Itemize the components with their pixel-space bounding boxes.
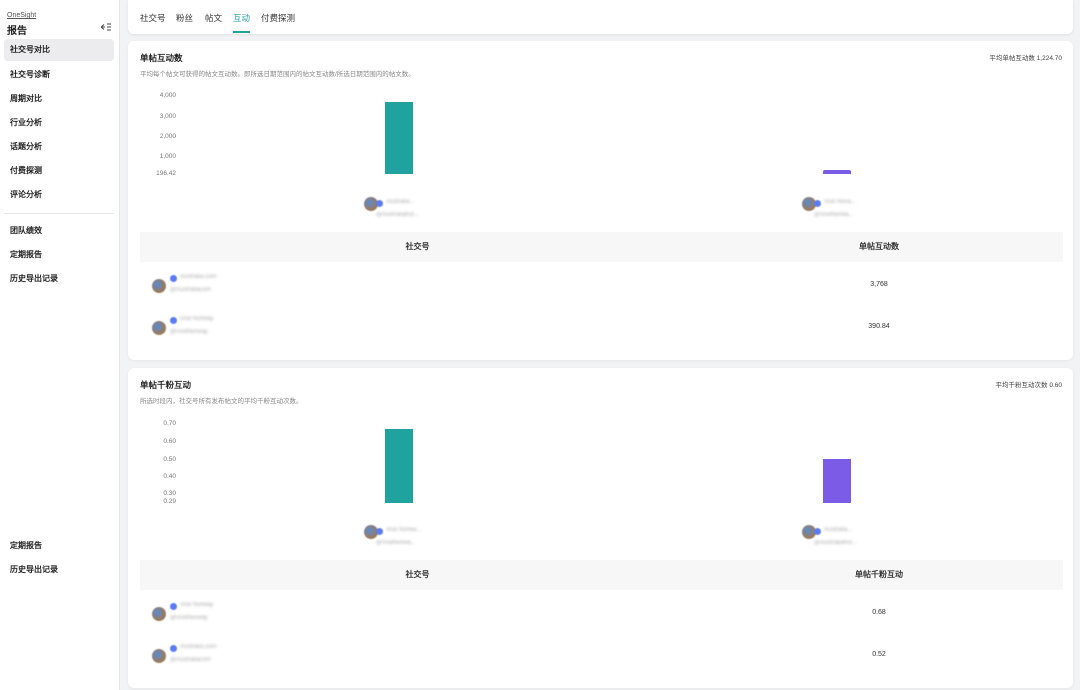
row-value: 0.52 bbox=[872, 651, 886, 658]
table-row[interactable]: Visit Norway @VisitNorway 390.84 bbox=[140, 306, 1063, 348]
y-tick: 0.50 bbox=[163, 456, 176, 463]
brand-logo[interactable]: OneSight bbox=[7, 12, 36, 19]
account-name: Australia... bbox=[386, 199, 415, 205]
sidebar-item-scheduled-reports-bottom[interactable]: 定期报告 bbox=[4, 535, 114, 557]
account-name: Australia... bbox=[824, 527, 853, 533]
collapse-sidebar-icon[interactable] bbox=[101, 23, 111, 31]
facebook-icon bbox=[376, 200, 383, 207]
table-header: 社交号 单帖千粉互动 bbox=[140, 560, 1063, 590]
row-value: 0.68 bbox=[872, 609, 886, 616]
y-tick: 0.40 bbox=[163, 473, 176, 480]
facebook-icon bbox=[814, 528, 821, 535]
sidebar-item-industry-analysis[interactable]: 行业分析 bbox=[4, 112, 114, 134]
sidebar-divider bbox=[4, 213, 114, 214]
sidebar-item-export-history-bottom[interactable]: 历史导出记录 bbox=[4, 559, 114, 581]
tab-fans[interactable]: 粉丝 bbox=[176, 12, 193, 34]
avatar bbox=[152, 321, 166, 335]
sidebar-item-export-history[interactable]: 历史导出记录 bbox=[4, 268, 114, 290]
account-handle: @VisitNorwa... bbox=[376, 540, 416, 546]
avatar bbox=[152, 649, 166, 663]
average-label: 平均千粉互动次数 0.60 bbox=[995, 382, 1062, 389]
account-name: Australia.com bbox=[180, 644, 217, 650]
account-handle: @Australiacom bbox=[170, 287, 211, 293]
tab-bar: 社交号 粉丝 帖文 互动 付费探测 bbox=[128, 0, 1073, 34]
card-engagement-per-thousand-fans: 单帖千粉互动 所选时段内，社交号所有发布帖文的平均千粉互动次数。 平均千粉互动次… bbox=[128, 368, 1073, 688]
chart-bar-series-1[interactable] bbox=[385, 429, 413, 503]
avatar bbox=[152, 279, 166, 293]
table-row[interactable]: Australia.com @Australiacom 3,768 bbox=[140, 264, 1063, 306]
row-value: 390.84 bbox=[868, 323, 890, 330]
row-value: 3,768 bbox=[870, 281, 888, 288]
sidebar-item-account-diagnosis[interactable]: 社交号诊断 bbox=[4, 64, 114, 86]
sidebar-item-paid-detection[interactable]: 付费探测 bbox=[4, 160, 114, 182]
account-handle: @VisitNorwa... bbox=[814, 212, 854, 218]
chart-account-label: Australia... @Australiahut... bbox=[364, 196, 424, 226]
facebook-icon bbox=[170, 275, 177, 282]
chart-bar-series-2[interactable] bbox=[823, 459, 851, 503]
account-handle: @Australiacom bbox=[170, 657, 211, 663]
avatar bbox=[152, 607, 166, 621]
sidebar-item-team-performance[interactable]: 团队绩效 bbox=[4, 220, 114, 242]
chart-account-label: Visit Norwa... @VisitNorwa... bbox=[364, 524, 424, 554]
sidebar-item-comment-analysis[interactable]: 评论分析 bbox=[4, 184, 114, 206]
account-name: Visit Norwa... bbox=[386, 527, 422, 533]
chart-account-label: Visit Nova... @VisitNorwa... bbox=[802, 196, 862, 226]
account-handle: @Australiahut... bbox=[376, 212, 419, 218]
column-header-account[interactable]: 社交号 bbox=[140, 560, 695, 590]
tab-accounts[interactable]: 社交号 bbox=[140, 12, 166, 34]
card-description: 所选时段内，社交号所有发布帖文的平均千粉互动次数。 bbox=[140, 398, 303, 405]
y-tick: 196.42 bbox=[156, 170, 176, 177]
facebook-icon bbox=[376, 528, 383, 535]
facebook-icon bbox=[170, 645, 177, 652]
y-tick: 0.29 bbox=[163, 498, 176, 505]
sidebar: OneSight 报告 社交号对比 社交号诊断 周期对比 行业分析 话题分析 付… bbox=[0, 0, 120, 690]
tab-engagement[interactable]: 互动 bbox=[233, 12, 251, 33]
facebook-icon bbox=[170, 603, 177, 610]
facebook-icon bbox=[170, 317, 177, 324]
facebook-icon bbox=[814, 200, 821, 207]
sidebar-item-period-compare[interactable]: 周期对比 bbox=[4, 88, 114, 110]
y-tick: 0.70 bbox=[163, 420, 176, 427]
sidebar-item-scheduled-reports[interactable]: 定期报告 bbox=[4, 244, 114, 266]
account-name: Visit Norway bbox=[180, 316, 214, 322]
account-handle: @VisitNorway bbox=[170, 615, 208, 621]
table-row[interactable]: Visit Norway @VisitNorway 0.68 bbox=[140, 592, 1063, 634]
account-handle: @VisitNorway bbox=[170, 329, 208, 335]
table-header: 社交号 单帖互动数 bbox=[140, 232, 1063, 262]
card-description: 平均每个帖文可获得的帖文互动数。即所选日期范围内的帖文互动数/所选日期范围内的帖… bbox=[140, 71, 415, 78]
sidebar-title: 报告 bbox=[7, 26, 27, 37]
column-header-value[interactable]: 单帖互动数 bbox=[695, 232, 1063, 262]
tab-posts[interactable]: 帖文 bbox=[205, 12, 222, 34]
y-tick: 2,000 bbox=[159, 133, 176, 140]
y-tick: 1,000 bbox=[159, 153, 176, 160]
chart-account-label: Australia... @Australiahut... bbox=[802, 524, 862, 554]
account-name: Australia.com bbox=[180, 274, 217, 280]
y-tick: 0.30 bbox=[163, 490, 176, 497]
column-header-account[interactable]: 社交号 bbox=[140, 232, 695, 262]
account-name: Visit Norway bbox=[180, 602, 214, 608]
card-title: 单帖千粉互动 bbox=[140, 380, 192, 390]
tab-paid-detection[interactable]: 付费探测 bbox=[261, 12, 295, 34]
account-name: Visit Nova... bbox=[824, 199, 856, 205]
card-engagement-per-post: 单帖互动数 平均每个帖文可获得的帖文互动数。即所选日期范围内的帖文互动数/所选日… bbox=[128, 41, 1073, 360]
y-tick: 4,000 bbox=[159, 92, 176, 99]
sidebar-item-account-compare[interactable]: 社交号对比 bbox=[4, 39, 114, 61]
column-header-value[interactable]: 单帖千粉互动 bbox=[695, 560, 1063, 590]
card-title: 单帖互动数 bbox=[140, 53, 183, 63]
chart-bar-series-1[interactable] bbox=[385, 102, 413, 174]
table-row[interactable]: Australia.com @Australiacom 0.52 bbox=[140, 634, 1063, 676]
chart-bar-series-2[interactable] bbox=[823, 170, 851, 174]
sidebar-item-topic-analysis[interactable]: 话题分析 bbox=[4, 136, 114, 158]
account-handle: @Australiahut... bbox=[814, 540, 857, 546]
average-label: 平均单帖互动数 1,224.70 bbox=[989, 55, 1062, 62]
y-tick: 3,000 bbox=[159, 113, 176, 120]
y-tick: 0.60 bbox=[163, 438, 176, 445]
